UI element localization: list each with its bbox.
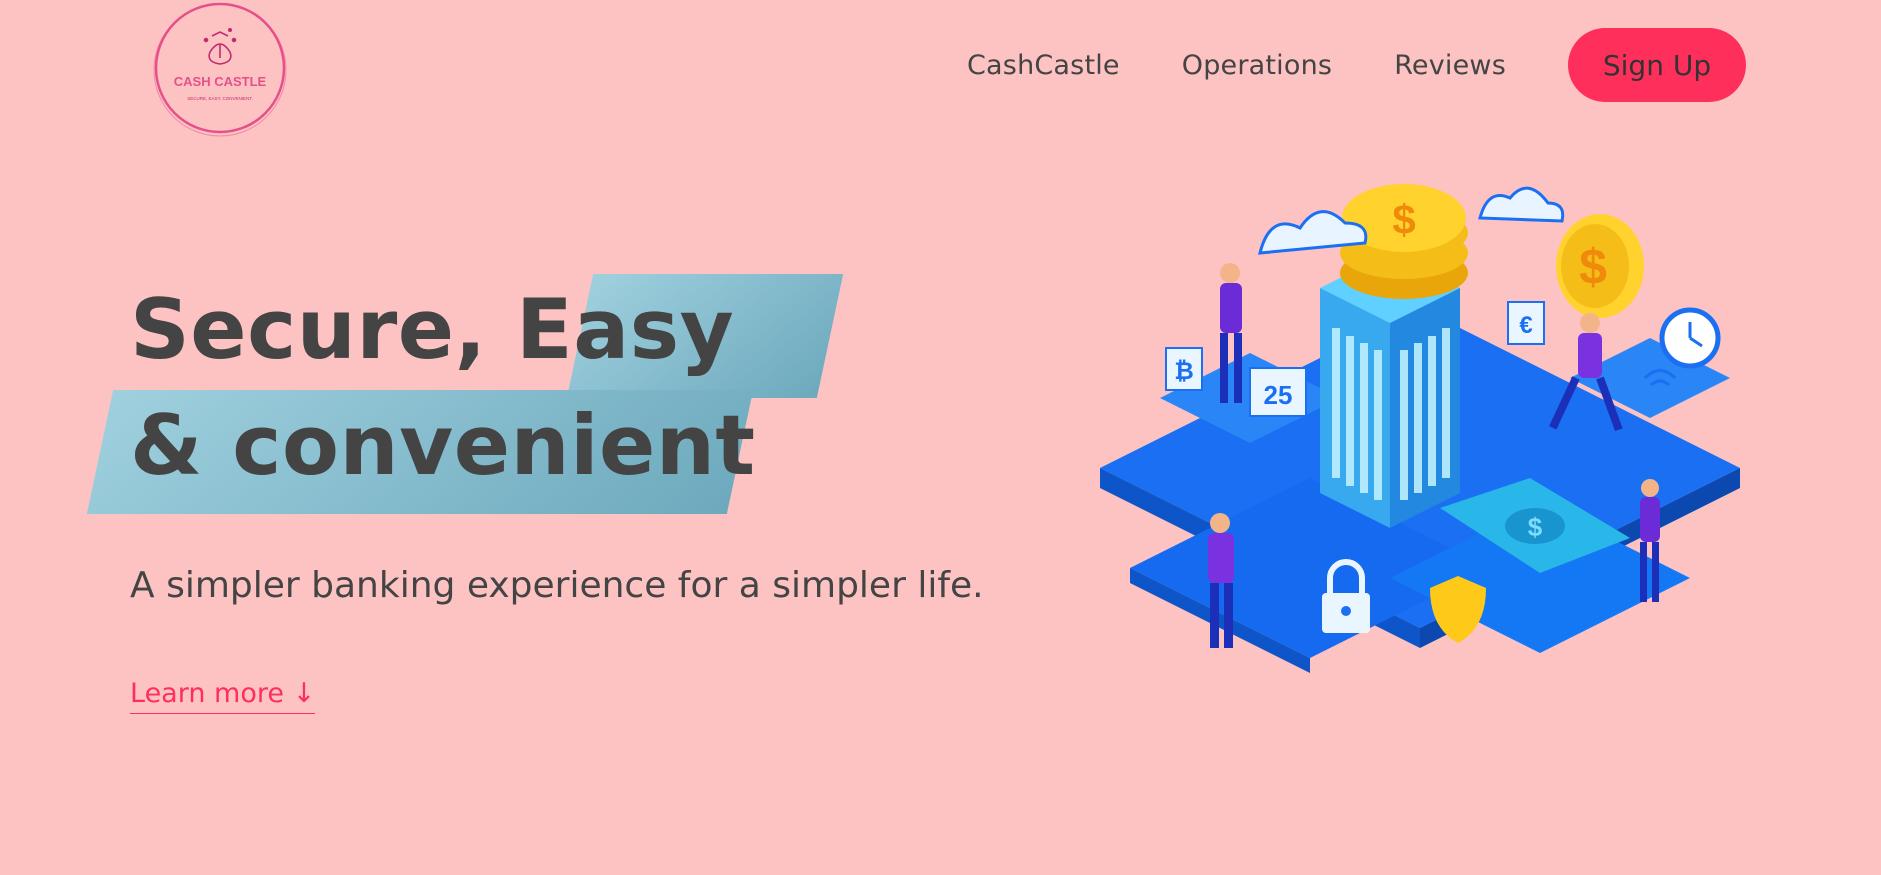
hero-illustration: $ $ 25 $ € ₿ xyxy=(1090,178,1750,698)
hero-tagline: A simpler banking experience for a simpl… xyxy=(130,565,984,606)
euro-icon: € xyxy=(1507,301,1545,345)
svg-text:₿: ₿ xyxy=(1174,358,1194,385)
svg-text:$: $ xyxy=(1392,196,1415,243)
nav-link-cashcastle[interactable]: CashCastle xyxy=(967,50,1120,81)
svg-text:$: $ xyxy=(1528,512,1543,542)
svg-text:SECURE, EASY, CONVENIENT.: SECURE, EASY, CONVENIENT. xyxy=(187,96,252,101)
headline-highlight: Easy xyxy=(516,281,735,378)
brand-logo[interactable]: CASH CASTLE SECURE, EASY, CONVENIENT. xyxy=(150,0,290,140)
clock-icon xyxy=(1659,307,1721,369)
logo-emblem: CASH CASTLE SECURE, EASY, CONVENIENT. xyxy=(153,2,287,137)
dollar-coin-icon: $ xyxy=(1556,214,1644,318)
nav-link-reviews[interactable]: Reviews xyxy=(1394,50,1506,81)
money-bag-icon xyxy=(203,27,237,65)
headline-part1: Secure, xyxy=(130,281,517,378)
svg-text:€: € xyxy=(1519,312,1532,339)
nav-link-operations[interactable]: Operations xyxy=(1182,50,1332,81)
signup-button[interactable]: Sign Up xyxy=(1568,28,1746,102)
main-nav: CashCastle Operations Reviews Sign Up xyxy=(967,28,1746,102)
svg-text:25: 25 xyxy=(1264,380,1293,410)
hero-headline: Secure, Easy & convenient xyxy=(86,272,844,514)
svg-text:CASH CASTLE: CASH CASTLE xyxy=(174,74,267,89)
bitcoin-icon: ₿ xyxy=(1165,347,1203,391)
headline-line2: & convenient xyxy=(130,397,756,494)
calendar-icon: 25 xyxy=(1249,367,1307,417)
svg-text:$: $ xyxy=(1579,239,1607,295)
cloud-icon xyxy=(1478,186,1565,223)
learn-more-link[interactable]: Learn more ↓ xyxy=(130,678,316,714)
